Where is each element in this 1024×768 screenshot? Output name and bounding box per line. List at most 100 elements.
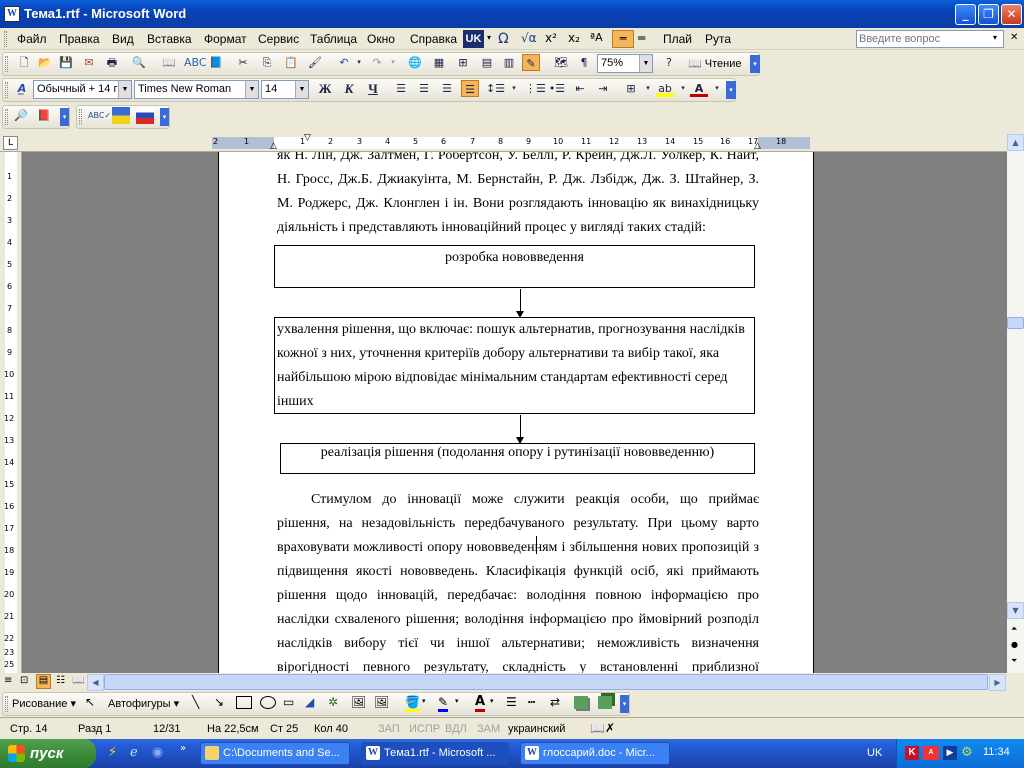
shadow-style-icon[interactable] (574, 696, 588, 709)
justify-icon[interactable]: ☰ (461, 80, 479, 97)
reading-view-icon[interactable]: 📖 (72, 675, 84, 686)
research-book-icon[interactable]: 📘 (207, 54, 225, 71)
start-button[interactable]: пуск (0, 739, 96, 768)
align-right-icon[interactable]: ☰ (438, 80, 456, 97)
document-page[interactable]: як Н. Лін, Дж. Залтмен, Г. Робертсон, У.… (218, 152, 814, 673)
status-ext[interactable]: ВДЛ (445, 723, 467, 735)
dash-style-icon[interactable]: ┅ (528, 695, 535, 709)
tab-selector-icon[interactable]: L (3, 136, 18, 150)
menu-ruta[interactable]: Рута (705, 32, 731, 46)
italic-button[interactable]: К (340, 80, 358, 97)
status-ovr[interactable]: ЗАМ (477, 723, 500, 735)
spelling-icon[interactable]: ABC (184, 54, 207, 71)
arrow-tool-icon[interactable]: ↘ (214, 695, 224, 709)
drawing-toggle-icon[interactable]: ✎ (522, 54, 540, 71)
menu-plai[interactable]: Плай (663, 32, 692, 46)
menu-table[interactable]: Таблица (310, 32, 357, 46)
drawing-font-color-dropdown-icon[interactable]: ▾ (490, 697, 494, 705)
borders-icon[interactable]: ⊞ (622, 80, 640, 97)
scroll-thumb[interactable] (1007, 317, 1024, 329)
menu-grip[interactable] (4, 31, 7, 47)
dictionary-icon[interactable]: 📕 (35, 107, 53, 124)
print-icon[interactable]: 🖶 (103, 54, 121, 71)
research-search-icon[interactable]: 🔎 (12, 107, 30, 124)
quicklaunch-winamp-icon[interactable]: ⚡ (108, 745, 117, 760)
clipart-icon[interactable]: 🖼 (351, 695, 366, 709)
zoom-combo[interactable]: 75% ▼ (597, 54, 653, 73)
select-objects-icon[interactable]: ↖ (85, 695, 95, 709)
line-spacing-dropdown-icon[interactable]: ▾ (505, 80, 523, 97)
show-formatting-icon[interactable]: ¶ (575, 54, 593, 71)
menu-file[interactable]: Файл (17, 32, 47, 46)
sqrt-icon[interactable]: √α (521, 31, 537, 45)
document-map-icon[interactable]: 🗺 (552, 54, 570, 71)
spellcheck-abc-icon[interactable]: ABC✓ (88, 107, 111, 124)
styles-pane-icon[interactable]: A̲ (13, 80, 31, 97)
research-icon[interactable]: 📖 (160, 54, 178, 71)
underline-button[interactable]: Ч (364, 80, 382, 97)
formatting-toolbar-grip[interactable] (5, 82, 8, 98)
bullets-icon[interactable]: •☰ (548, 80, 566, 97)
numbering-icon[interactable]: ⋮☰ (525, 80, 546, 97)
menu-tools[interactable]: Сервис (258, 32, 299, 46)
wordart-icon[interactable]: ◢ (305, 695, 314, 709)
flow-box-3[interactable]: реалізація рішення (подолання опору і ру… (280, 443, 755, 474)
task-explorer[interactable]: C:\Documents and Se... (200, 742, 350, 765)
reading-mode-button[interactable]: 📖 Чтение (688, 57, 741, 70)
horizontal-ruler[interactable]: L 2 1 1 2 3 4 5 6 7 8 9 10 11 12 13 14 1… (0, 133, 1024, 152)
decrease-indent-icon[interactable]: ⇤ (571, 80, 589, 97)
zoom-dropdown-icon[interactable]: ▼ (639, 55, 652, 72)
help-icon[interactable]: ? (660, 54, 678, 71)
flag-ru-icon[interactable] (136, 107, 154, 124)
quicklaunch-media-icon[interactable]: ◉ (152, 745, 163, 760)
align-left-icon[interactable]: ☰ (392, 80, 410, 97)
line-spacing-icon[interactable]: ↕☰ (486, 80, 505, 97)
font-dropdown-icon[interactable]: ▼ (245, 81, 258, 98)
task-word-glossary[interactable]: W глоссарий.doc - Micr... (520, 742, 670, 765)
standard-toolbar-options-icon[interactable]: ▾ (750, 55, 760, 73)
style-dropdown-icon[interactable]: ▼ (118, 81, 131, 98)
print-layout-view-icon[interactable]: ▤ (36, 674, 51, 689)
player-tray-icon[interactable]: ▶ (943, 746, 957, 760)
drawing-toolbar-grip[interactable] (5, 696, 8, 712)
cut-icon[interactable]: ✂ (234, 54, 252, 71)
redo-dropdown-icon[interactable]: ▾ (384, 54, 402, 71)
outline-view-icon[interactable]: ☷ (56, 675, 65, 686)
case-icon[interactable]: ªA (590, 31, 603, 44)
diagram-icon[interactable]: ✲ (328, 695, 338, 709)
insert-excel-icon[interactable]: ▤ (478, 54, 496, 71)
menu-view[interactable]: Вид (112, 32, 134, 46)
extra-toolbar-options-1[interactable]: ▾ (60, 108, 69, 126)
save-icon[interactable]: 💾 (57, 54, 75, 71)
flag-ua-icon[interactable] (112, 107, 130, 124)
3d-style-icon[interactable] (598, 696, 612, 709)
omega-icon[interactable]: Ω (498, 31, 509, 47)
status-rec[interactable]: ЗАП (378, 723, 400, 735)
hyperlink-icon[interactable]: 🌐 (406, 54, 424, 71)
line-color-dropdown-icon[interactable]: ▾ (455, 697, 459, 705)
question-input[interactable] (857, 31, 987, 47)
document-area[interactable]: як Н. Лін, Дж. Залтмен, Г. Робертсон, У.… (22, 152, 1007, 673)
menu-window[interactable]: Окно (367, 32, 395, 46)
menu-insert[interactable]: Вставка (147, 32, 192, 46)
arrow-style-icon[interactable]: ⇄ (550, 695, 560, 709)
insert-table-icon[interactable]: ⊞ (454, 54, 472, 71)
question-dropdown-icon[interactable]: ▾ (993, 33, 997, 42)
tray-app-icon[interactable]: ⚙ (961, 745, 973, 760)
font-color-icon[interactable]: A (690, 80, 708, 97)
font-color-dropdown-icon[interactable]: ▾ (708, 80, 726, 97)
formatting-toolbar-options-icon[interactable]: ▾ (726, 81, 736, 99)
underline-icon[interactable]: ═ (638, 31, 645, 45)
vertical-scrollbar[interactable]: ▲ ▼ ⏶ ● ⏷ (1007, 134, 1024, 673)
uk-dropdown-icon[interactable]: ▾ (487, 33, 491, 42)
quicklaunch-ie-icon[interactable]: ℯ (130, 745, 138, 760)
open-icon[interactable]: 📂 (36, 54, 54, 71)
picture-icon[interactable]: 🖼 (374, 695, 389, 709)
line-color-icon[interactable]: ✎ (438, 695, 449, 712)
close-button[interactable]: ✕ (1001, 4, 1022, 25)
doc-close-icon[interactable]: ✕ (1010, 32, 1018, 43)
increase-indent-icon[interactable]: ⇥ (594, 80, 612, 97)
oval-tool-icon[interactable] (260, 696, 276, 709)
size-combo[interactable]: 14 ▼ (261, 80, 309, 99)
new-document-icon[interactable]: 🗋 (15, 54, 33, 71)
